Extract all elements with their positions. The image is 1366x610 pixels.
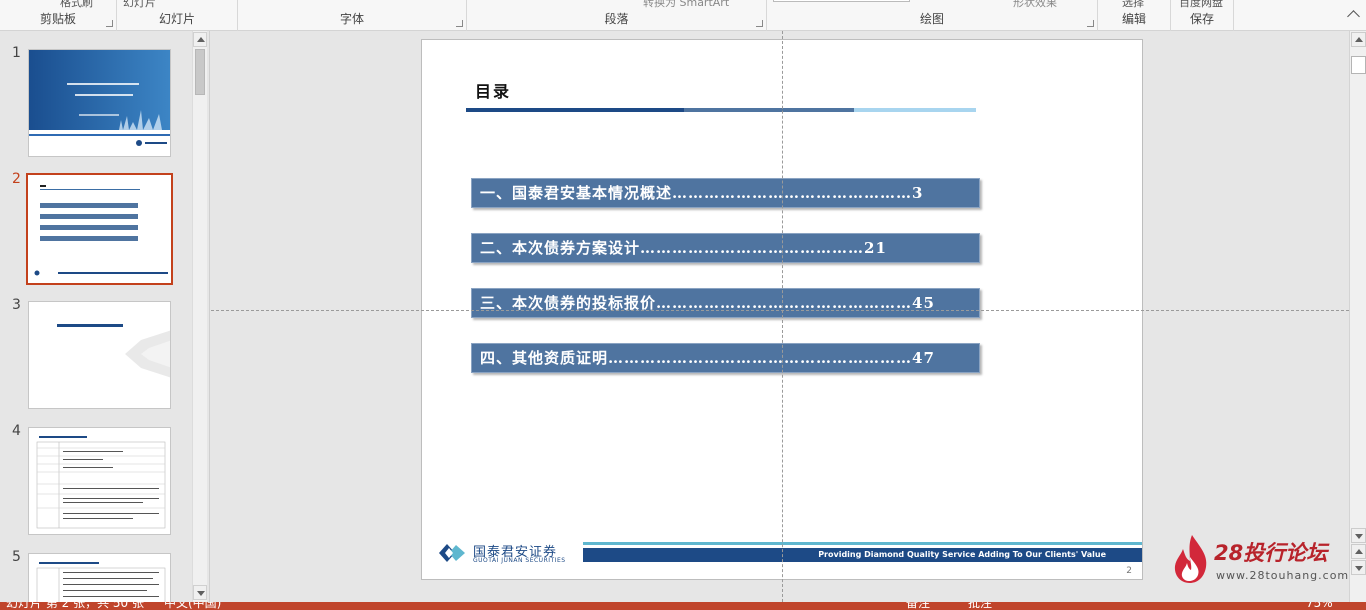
toc-item-2[interactable]: 二、本次债券方案设计……………………………………21: [471, 233, 980, 263]
watermark-url: www.28touhang.com: [1216, 569, 1350, 582]
slide-thumbnail-pane: 1 2 3 4 5: [0, 31, 210, 602]
powerpoint-window: 格式刷 剪贴板 幻灯片 幻灯片 字体 转换为 SmartArt 段落 形状效果 …: [0, 0, 1366, 610]
slide-thumbnail-5[interactable]: [28, 553, 171, 602]
logo-english-name: GUOTAI JUNAN SECURITIES: [473, 557, 566, 564]
scroll-up-button[interactable]: [1351, 32, 1366, 47]
title-underline-bar: [466, 108, 976, 112]
slide-thumbnail-3[interactable]: [28, 301, 171, 409]
chevron-up-icon: [1355, 37, 1363, 42]
select-cut[interactable]: 选择: [1122, 0, 1144, 10]
language-status[interactable]: 中文(中国): [164, 602, 221, 610]
horizontal-guide-line[interactable]: [211, 310, 1349, 311]
ribbon-group-label: 剪贴板: [39, 12, 76, 26]
thumbnail-number: 4: [12, 423, 21, 439]
logo-diamond-icon: [439, 544, 465, 562]
thumbnail-number: 5: [12, 549, 21, 565]
dialog-launcher-icon[interactable]: [456, 20, 463, 27]
ribbon: 格式刷 剪贴板 幻灯片 幻灯片 字体 转换为 SmartArt 段落 形状效果 …: [0, 0, 1366, 31]
thumbnail-number: 2: [12, 171, 21, 187]
collapse-ribbon-icon[interactable]: [1347, 10, 1360, 23]
slide-title[interactable]: 目录: [475, 78, 511, 102]
status-bar: 幻灯片 第 2 张，共 50 张 中文(中国) 备注 批注 75%: [0, 602, 1366, 610]
thumbnail-table-preview: [36, 436, 166, 529]
ribbon-group-label: 保存: [1189, 12, 1214, 26]
double-chevron-up-icon: [1355, 549, 1363, 554]
scroll-up-button[interactable]: [193, 32, 207, 47]
shape-gallery[interactable]: [773, 0, 910, 2]
next-slide-button[interactable]: [1351, 560, 1366, 575]
scroll-down-button[interactable]: [193, 585, 207, 600]
watermark-brand-text: 28投行论坛: [1214, 541, 1328, 565]
thumbnail-toc-preview: [34, 185, 168, 276]
footer-slogan-bar: Providing Diamond Quality Service Adding…: [583, 548, 1142, 562]
ribbon-group-label: 绘图: [919, 12, 944, 26]
toc-item-3[interactable]: 三、本次债券的投标报价…………………………………………45: [471, 288, 980, 318]
chevron-down-icon: [1355, 534, 1363, 539]
ribbon-group-font: 字体: [238, 0, 467, 31]
smartart-cut[interactable]: 转换为 SmartArt: [643, 0, 729, 10]
baidu-save-cut[interactable]: 百度网盘: [1179, 0, 1223, 10]
ribbon-group-label: 编辑: [1121, 12, 1146, 26]
forum-watermark: 28投行论坛 www.28touhang.com: [1170, 533, 1348, 585]
scrollbar-thumb[interactable]: [1351, 56, 1366, 74]
dialog-launcher-icon[interactable]: [1087, 20, 1094, 27]
chevron-up-icon: [197, 37, 205, 42]
ribbon-group-drawing: 形状效果 绘图: [767, 0, 1098, 31]
ribbon-group-clipboard: 格式刷 剪贴板: [0, 0, 117, 31]
ribbon-group-editing: 选择 编辑: [1098, 0, 1171, 31]
toc-item-1[interactable]: 一、国泰君安基本情况概述………………………………………3: [471, 178, 980, 208]
footer-slogan: Providing Diamond Quality Service Adding…: [818, 550, 1106, 559]
toc-item-4[interactable]: 四、其他资质证明…………………………………………………47: [471, 343, 980, 373]
chevron-down-icon: [197, 591, 205, 596]
paste-format-cut[interactable]: 格式刷: [60, 0, 93, 10]
slide-thumbnail-2[interactable]: [26, 173, 173, 285]
slide-thumbnail-1[interactable]: [28, 49, 171, 157]
thumbnail-table-preview: [36, 562, 166, 602]
footer-accent-line: [583, 542, 1142, 545]
shape-effects-cut[interactable]: 形状效果: [1013, 0, 1057, 10]
ribbon-group-slides: 幻灯片 幻灯片: [117, 0, 238, 31]
flame-logo-icon: [1174, 535, 1207, 583]
comments-button[interactable]: 批注: [968, 602, 992, 610]
slide-editing-canvas[interactable]: 目录 一、国泰君安基本情况概述………………………………………3 二、本次债券方案…: [211, 31, 1349, 602]
canvas-scrollbar[interactable]: [1349, 31, 1366, 602]
ribbon-group-label: 幻灯片: [158, 12, 195, 26]
scroll-down-button[interactable]: [1351, 528, 1366, 543]
thumbnail-cover-preview: [29, 50, 170, 146]
previous-slide-button[interactable]: [1351, 544, 1366, 559]
ribbon-group-label: 段落: [604, 12, 629, 26]
dialog-launcher-icon[interactable]: [756, 20, 763, 27]
slide-page-number: 2: [1126, 566, 1132, 576]
thumbnail-section-preview: [57, 324, 170, 378]
scrollbar-thumb[interactable]: [195, 49, 205, 95]
notes-button[interactable]: 备注: [906, 602, 930, 610]
ribbon-group-paragraph: 转换为 SmartArt 段落: [467, 0, 767, 31]
dialog-launcher-icon[interactable]: [106, 20, 113, 27]
slide-thumbnail-4[interactable]: [28, 427, 171, 535]
thumbnail-number: 3: [12, 297, 21, 313]
thumbnail-scrollbar[interactable]: [192, 31, 207, 602]
thumbnail-number: 1: [12, 45, 21, 61]
ribbon-group-label: 字体: [339, 12, 364, 26]
double-chevron-down-icon: [1355, 566, 1363, 571]
zoom-level[interactable]: 75%: [1306, 602, 1333, 610]
ribbon-group-save: 百度网盘 保存: [1171, 0, 1234, 31]
new-slide-cut[interactable]: 幻灯片: [123, 0, 156, 10]
slide-count-status: 幻灯片 第 2 张，共 50 张: [6, 602, 144, 610]
vertical-guide-line[interactable]: [782, 31, 783, 602]
